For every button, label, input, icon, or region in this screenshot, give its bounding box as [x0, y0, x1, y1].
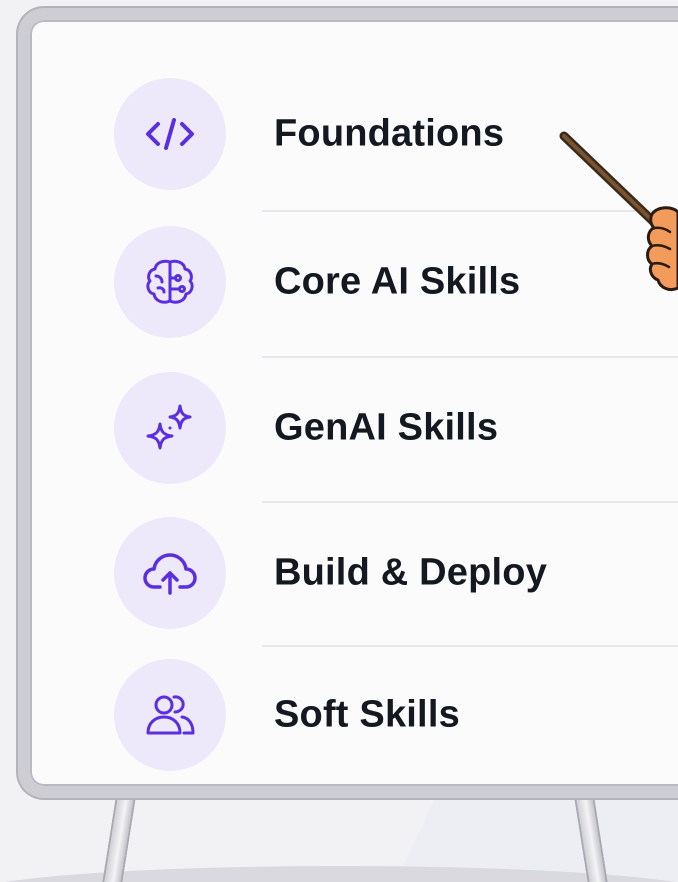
- brain-icon: [114, 226, 226, 338]
- menu-item-label: Foundations: [274, 112, 505, 155]
- sparkles-icon: [114, 372, 226, 484]
- divider: [262, 645, 678, 647]
- menu-item-build-deploy[interactable]: Build & Deploy: [114, 517, 674, 629]
- users-icon: [114, 659, 226, 771]
- menu-item-label: Build & Deploy: [274, 551, 548, 594]
- board-leg-left: [100, 794, 136, 882]
- hand-icon: [646, 206, 678, 292]
- divider: [262, 501, 678, 503]
- cloud-upload-icon: [114, 517, 226, 629]
- menu-item-label: Soft Skills: [274, 693, 460, 736]
- whiteboard-scene: Foundations Core AI Skills GenAI Skills …: [0, 0, 678, 882]
- menu-item-soft-skills[interactable]: Soft Skills: [114, 659, 674, 771]
- code-icon: [114, 78, 226, 190]
- divider: [262, 356, 678, 358]
- menu-item-genai-skills[interactable]: GenAI Skills: [114, 372, 674, 484]
- menu-item-label: GenAI Skills: [274, 406, 499, 449]
- menu-item-label: Core AI Skills: [274, 260, 521, 303]
- pointer-stick-icon: [559, 131, 678, 292]
